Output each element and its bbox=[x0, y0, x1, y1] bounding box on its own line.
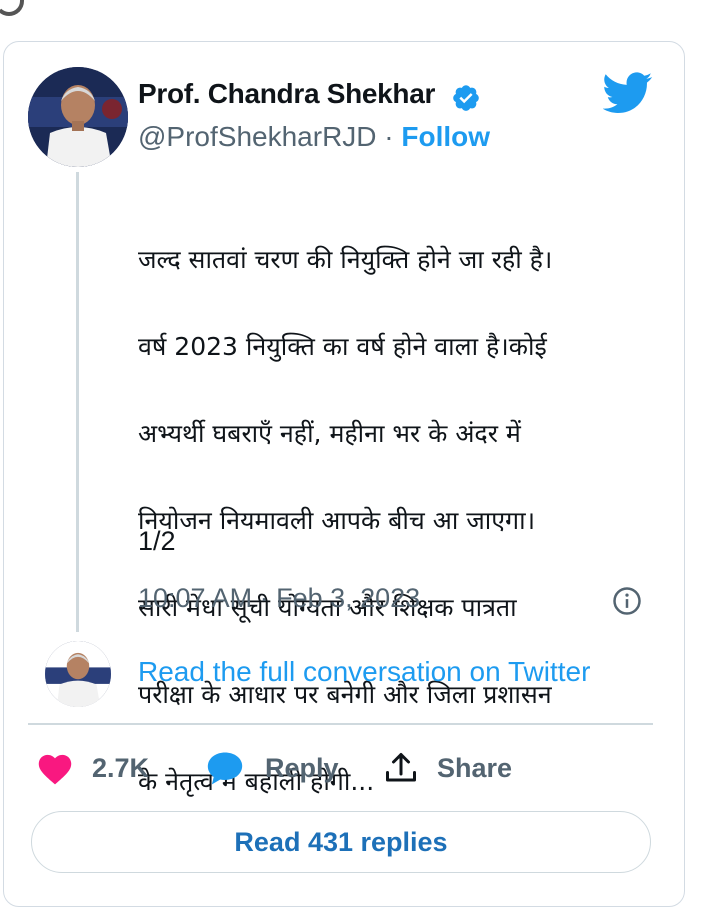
speech-bubble-icon bbox=[207, 752, 243, 785]
read-replies-button[interactable]: Read 431 replies bbox=[31, 811, 651, 873]
read-full-conversation-link[interactable]: Read the full conversation on Twitter bbox=[138, 656, 590, 688]
reply-label: Reply bbox=[265, 752, 339, 783]
handle-separator: · bbox=[384, 121, 394, 152]
tweet-text-line: वर्ष 2023 नियुक्ति का वर्ष होने वाला है।… bbox=[138, 331, 547, 361]
share-button[interactable]: Share bbox=[383, 748, 512, 788]
tweet-timestamp[interactable]: 10:07 AM · Feb 3, 2023 bbox=[138, 583, 420, 614]
thread-connector-line bbox=[76, 172, 79, 632]
thread-counter: 1/2 bbox=[138, 526, 176, 556]
read-replies-label: Read 431 replies bbox=[234, 826, 448, 857]
author-name[interactable]: Prof. Chandra Shekhar bbox=[138, 78, 435, 110]
author-avatar-small[interactable] bbox=[45, 641, 111, 707]
verified-badge-icon bbox=[453, 85, 479, 111]
twitter-bird-icon[interactable] bbox=[603, 72, 653, 114]
tweet-text-line: जल्द सातवां चरण की नियुक्ति होने जा रही … bbox=[138, 244, 553, 274]
tweet-text-line: नियोजन नियमावली आपके बीच आ जाएगा। bbox=[138, 505, 536, 535]
heart-icon bbox=[38, 754, 72, 785]
corner-decoration bbox=[0, 0, 24, 16]
author-avatar-small-image bbox=[45, 641, 111, 707]
share-upload-icon bbox=[386, 753, 416, 782]
author-avatar[interactable] bbox=[28, 67, 128, 167]
like-button[interactable]: 2.7K bbox=[36, 748, 149, 788]
author-avatar-image bbox=[28, 67, 128, 167]
divider bbox=[28, 723, 653, 725]
tweet-text-line: अभ्यर्थी घबराएँ नहीं, महीना भर के अंदर म… bbox=[138, 418, 521, 448]
reply-button[interactable]: Reply bbox=[205, 748, 339, 788]
author-handle[interactable]: @ProfShekharRJD bbox=[138, 121, 377, 152]
share-label: Share bbox=[437, 752, 513, 783]
info-icon[interactable] bbox=[612, 586, 642, 616]
handle-follow-row: @ProfShekharRJD · Follow bbox=[138, 121, 490, 153]
like-count: 2.7K bbox=[92, 752, 150, 783]
follow-link[interactable]: Follow bbox=[401, 121, 490, 152]
